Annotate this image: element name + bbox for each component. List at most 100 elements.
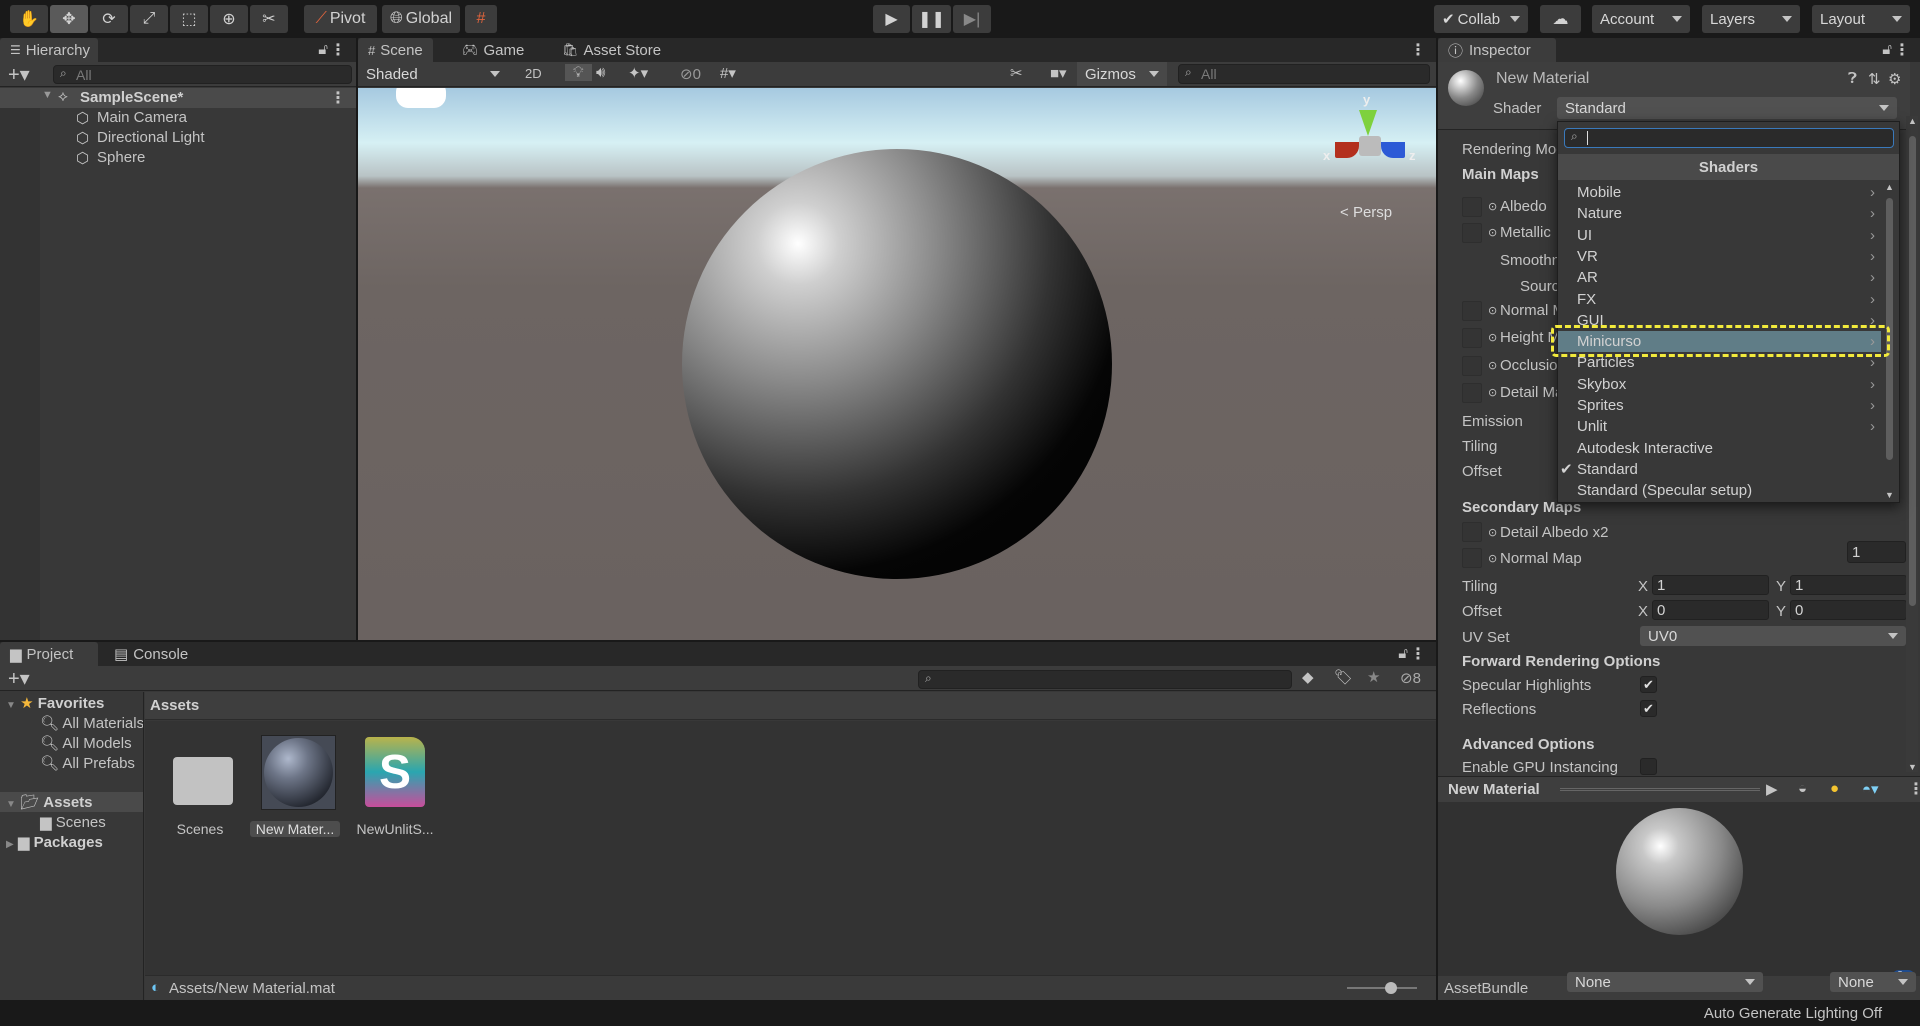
- collab-dropdown[interactable]: ✔ Collab: [1434, 5, 1528, 33]
- scene-viewport[interactable]: y x z < Persp: [358, 88, 1436, 640]
- camera-dropdown-icon[interactable]: ■▾: [1050, 64, 1067, 82]
- texture-picker-icon[interactable]: ⊙: [1488, 331, 1497, 344]
- normal-scale-field[interactable]: 1: [1847, 541, 1906, 563]
- assets-row[interactable]: ▼ 📂︎ Assets: [0, 792, 143, 812]
- rotate-tool-button[interactable]: ⟳: [90, 5, 128, 33]
- move-tool-button[interactable]: ✥: [50, 5, 88, 33]
- filter-label-icon[interactable]: 🏷︎: [1334, 668, 1353, 686]
- scale-tool-button[interactable]: ⤢: [130, 5, 168, 33]
- lock-icon[interactable]: 🔓︎: [318, 41, 328, 58]
- lighting-toggle-icon[interactable]: 💡︎: [565, 64, 592, 81]
- create-button[interactable]: +▾: [8, 666, 30, 691]
- more-icon[interactable]: ⋮: [330, 40, 346, 60]
- texture-picker-icon[interactable]: ⊙: [1488, 552, 1497, 565]
- tab-project[interactable]: ▆ Project: [0, 642, 98, 666]
- preview-mesh-icon[interactable]: ◒: [1798, 780, 1807, 797]
- breadcrumb-assets[interactable]: Assets: [150, 697, 199, 714]
- tab-game[interactable]: 🎮︎ Game: [452, 38, 534, 62]
- cloud-button[interactable]: ☁: [1540, 5, 1581, 33]
- filter-type-icon[interactable]: ◆: [1302, 668, 1314, 686]
- grid-toggle-icon[interactable]: #▾: [720, 64, 736, 82]
- texture-slot[interactable]: [1462, 383, 1482, 403]
- lock-icon[interactable]: 🔓︎: [1398, 645, 1408, 662]
- hidden-packages-icon[interactable]: ⊘8: [1400, 669, 1421, 687]
- texture-slot[interactable]: [1462, 356, 1482, 376]
- texture-slot[interactable]: [1462, 223, 1482, 243]
- favorite-search-item[interactable]: 🔍︎ All Prefabs: [40, 754, 143, 772]
- shader-menu-item[interactable]: Nature ›: [1558, 203, 1881, 224]
- sphere-object[interactable]: [682, 149, 1112, 579]
- favorite-search-item[interactable]: 🔍︎ All Models: [40, 734, 143, 752]
- favorites-row[interactable]: ▼ ★ Favorites: [6, 694, 104, 712]
- scene-search-input[interactable]: All: [1178, 64, 1430, 84]
- x-axis-cone[interactable]: [1335, 142, 1359, 158]
- more-icon[interactable]: ⋮: [1410, 40, 1426, 60]
- preview-play-icon[interactable]: ▶: [1766, 780, 1778, 798]
- texture-slot[interactable]: [1462, 548, 1482, 568]
- snap-button[interactable]: #: [465, 5, 497, 33]
- add-button[interactable]: +▾: [8, 62, 30, 87]
- scene-row[interactable]: ▼ ⟡ SampleScene* ⋮: [0, 88, 356, 108]
- preset-icon[interactable]: ⇅: [1868, 70, 1881, 88]
- audio-toggle-icon[interactable]: 🔊︎: [596, 64, 605, 81]
- play-button[interactable]: ▶: [873, 5, 910, 33]
- more-icon[interactable]: ⋮: [1894, 40, 1910, 60]
- shader-menu-item[interactable]: VR ›: [1558, 246, 1881, 267]
- shader-menu-item[interactable]: ✔ Standard: [1558, 459, 1881, 480]
- material-preview[interactable]: [1438, 802, 1920, 976]
- tab-inspector[interactable]: ⓘ Inspector: [1438, 38, 1556, 62]
- preview-light-icon[interactable]: ●: [1830, 780, 1839, 797]
- pause-button[interactable]: ❚❚: [912, 5, 951, 33]
- rect-tool-button[interactable]: ⬚: [170, 5, 208, 33]
- y-axis-cone[interactable]: [1359, 110, 1377, 136]
- assetbundle-variant-dropdown[interactable]: None: [1830, 972, 1916, 992]
- shader-dropdown[interactable]: Standard: [1557, 97, 1897, 119]
- center-cube[interactable]: [1359, 136, 1381, 156]
- favorite-search-item[interactable]: 🔍︎ All Materials: [40, 714, 143, 732]
- scene-menu-icon[interactable]: ⋮: [330, 88, 346, 108]
- asset-item-material[interactable]: New Mater...: [250, 735, 340, 841]
- packages-row[interactable]: ▶ ▆ Packages: [6, 833, 103, 851]
- texture-picker-icon[interactable]: ⊙: [1488, 526, 1497, 539]
- offset2-y-field[interactable]: 0: [1790, 600, 1907, 620]
- preview-background-icon[interactable]: ◓▾: [1862, 780, 1879, 798]
- shader-menu-item[interactable]: Autodesk Interactive: [1558, 438, 1881, 459]
- texture-slot[interactable]: [1462, 522, 1482, 542]
- icon-size-slider[interactable]: [1347, 982, 1417, 994]
- orientation-gizmo[interactable]: y x z: [1323, 92, 1423, 188]
- lock-icon[interactable]: 🔓︎: [1882, 41, 1892, 58]
- shader-menu-item[interactable]: AR ›: [1558, 267, 1881, 288]
- tab-asset-store[interactable]: 🛍︎ Asset Store: [552, 38, 671, 62]
- texture-slot[interactable]: [1462, 328, 1482, 348]
- hierarchy-item[interactable]: ⬡ Directional Light: [0, 128, 356, 148]
- asset-item-scenes[interactable]: Scenes: [155, 741, 245, 841]
- texture-picker-icon[interactable]: ⊙: [1488, 200, 1497, 213]
- help-icon[interactable]: ❓︎: [1848, 70, 1857, 87]
- texture-slot[interactable]: [1462, 197, 1482, 217]
- texture-slot[interactable]: [1462, 301, 1482, 321]
- hierarchy-search-input[interactable]: All: [53, 65, 352, 84]
- hierarchy-item[interactable]: ⬡ Main Camera: [0, 108, 356, 128]
- hierarchy-item[interactable]: ⬡ Sphere: [0, 148, 356, 168]
- offset2-x-field[interactable]: 0: [1652, 600, 1769, 620]
- gpu-instancing-checkbox[interactable]: [1640, 758, 1657, 775]
- asset-item-shader[interactable]: S NewUnlitS...: [345, 735, 445, 841]
- tools-icon[interactable]: ✂: [1010, 64, 1023, 82]
- shader-menu-item[interactable]: Unlit ›: [1558, 416, 1881, 437]
- layers-dropdown[interactable]: Layers: [1702, 5, 1800, 33]
- uv-set-dropdown[interactable]: UV0: [1640, 626, 1906, 646]
- expand-arrow-icon[interactable]: ▼: [42, 89, 53, 101]
- more-icon[interactable]: ⋮: [1908, 779, 1920, 799]
- gizmos-dropdown[interactable]: Gizmos: [1077, 62, 1167, 86]
- shader-menu-item[interactable]: Skybox ›: [1558, 374, 1881, 395]
- transform-tool-button[interactable]: ⊕: [210, 5, 248, 33]
- inspector-scrollbar[interactable]: ▲ ▼: [1906, 116, 1918, 772]
- custom-tool-tool-button[interactable]: ✂: [250, 5, 288, 33]
- texture-picker-icon[interactable]: ⊙: [1488, 226, 1497, 239]
- z-axis-cone[interactable]: [1381, 142, 1405, 158]
- project-search-input[interactable]: [918, 670, 1292, 689]
- texture-picker-icon[interactable]: ⊙: [1488, 359, 1497, 372]
- hidden-objects-icon[interactable]: ⊘0: [680, 65, 701, 83]
- effects-toggle-icon[interactable]: ✦▾: [628, 64, 648, 82]
- step-button[interactable]: ▶|: [953, 5, 991, 33]
